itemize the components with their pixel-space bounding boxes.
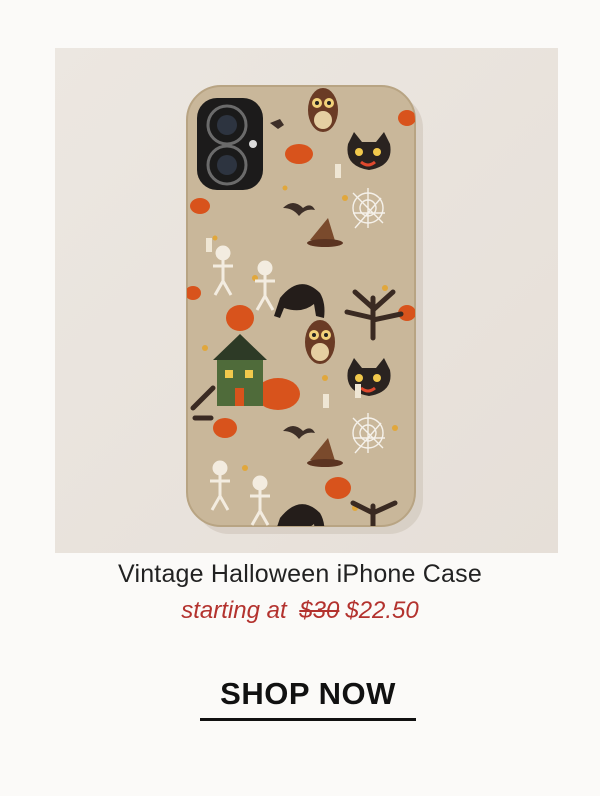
original-price: $30 <box>299 597 340 624</box>
product-image[interactable] <box>55 48 558 553</box>
price-line: starting at $30 $22.50 <box>0 597 600 625</box>
owl-icon <box>308 88 338 132</box>
product-title: Vintage Halloween iPhone Case <box>118 560 482 588</box>
sale-price: $22.50 <box>345 597 419 624</box>
phone-case-illustration <box>186 85 423 534</box>
shop-now-button[interactable]: SHOP NOW <box>200 674 416 721</box>
camera-module <box>197 98 263 190</box>
price-prefix: starting at <box>181 597 287 624</box>
owl-icon <box>305 320 335 364</box>
